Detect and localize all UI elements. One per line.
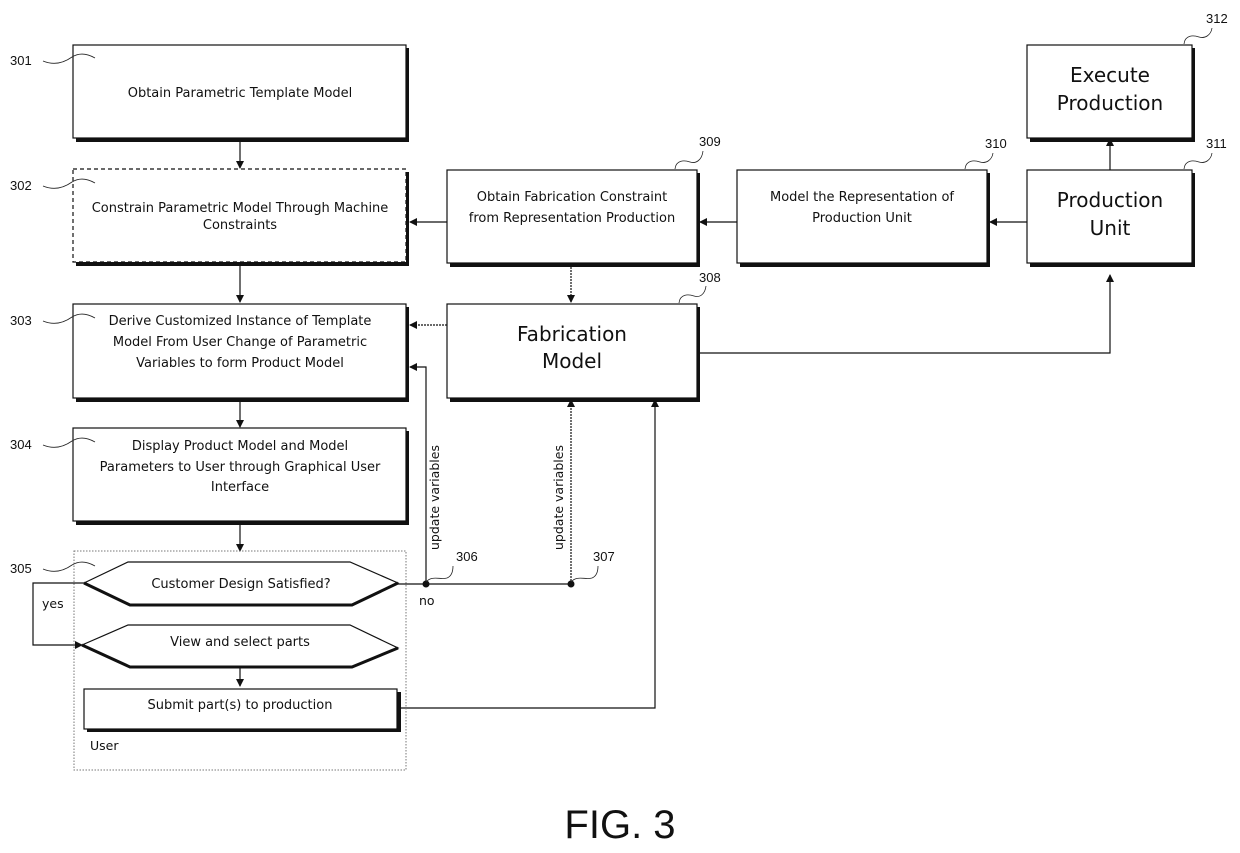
- node-312[interactable]: Execute Production: [1026, 44, 1195, 142]
- ref-303: 303: [10, 313, 32, 328]
- node-304[interactable]: Display Product Model and Model Paramete…: [72, 427, 409, 525]
- ref-309: 309: [699, 134, 721, 149]
- node-304-text-2: Parameters to User through Graphical Use…: [100, 460, 381, 475]
- edge-306-303: [409, 363, 427, 584]
- edge-label-update-variables-1: update variables: [427, 445, 442, 550]
- node-312-text-2: Production: [1057, 91, 1163, 115]
- leader-311: [1183, 152, 1213, 170]
- node-301[interactable]: Obtain Parametric Template Model: [72, 44, 409, 142]
- node-308-text-1: Fabrication: [517, 322, 627, 346]
- ref-302: 302: [10, 178, 32, 193]
- node-302-text-2: Constraints: [203, 218, 277, 233]
- view-select-text: View and select parts: [170, 635, 310, 650]
- node-310[interactable]: Model the Representation of Production U…: [736, 169, 990, 267]
- ref-304: 304: [10, 437, 32, 452]
- node-309[interactable]: Obtain Fabrication Constraint from Repre…: [446, 169, 700, 267]
- node-310-text-2: Production Unit: [812, 211, 912, 226]
- edge-label-update-variables-2: update variables: [551, 445, 566, 550]
- node-submit-parts[interactable]: Submit part(s) to production: [83, 688, 401, 732]
- edge-label-no: no: [419, 593, 435, 608]
- user-group-label: User: [90, 738, 119, 753]
- node-308[interactable]: Fabrication Model: [446, 303, 700, 402]
- node-301-text: Obtain Parametric Template Model: [128, 86, 353, 101]
- node-304-text-1: Display Product Model and Model: [132, 439, 348, 454]
- node-311-text-2: Unit: [1090, 216, 1131, 240]
- node-308-text-2: Model: [542, 349, 602, 373]
- node-312-text-1: Execute: [1070, 63, 1150, 87]
- node-view-select-parts[interactable]: View and select parts: [80, 624, 400, 669]
- node-305-decision[interactable]: Customer Design Satisfied?: [82, 561, 400, 607]
- leader-307: [570, 565, 599, 583]
- ref-308: 308: [699, 270, 721, 285]
- leader-308: [678, 285, 707, 304]
- node-309-text-2: from Representation Production: [469, 211, 675, 226]
- node-304-text-3: Interface: [211, 480, 269, 495]
- edge-label-yes: yes: [42, 596, 64, 611]
- node-303[interactable]: Derive Customized Instance of Template M…: [72, 303, 409, 402]
- ref-307: 307: [593, 549, 615, 564]
- flow-diagram: User Obtain Parametric Template Model Co…: [10, 11, 1228, 847]
- node-302[interactable]: Constrain Parametric Model Through Machi…: [72, 168, 409, 266]
- node-303-text-1: Derive Customized Instance of Template: [109, 314, 372, 329]
- node-311[interactable]: Production Unit: [1026, 169, 1195, 267]
- ref-312: 312: [1206, 11, 1228, 26]
- node-303-text-2: Model From User Change of Parametric: [113, 335, 367, 350]
- node-309-text-1: Obtain Fabrication Constraint: [477, 190, 668, 205]
- node-310-text-1: Model the Representation of: [770, 190, 954, 205]
- edge-yes-view: [32, 582, 84, 649]
- leader-309: [674, 150, 704, 170]
- submit-text: Submit part(s) to production: [148, 698, 333, 713]
- node-305-text: Customer Design Satisfied?: [151, 577, 330, 592]
- node-311-text-1: Production: [1057, 188, 1163, 212]
- leader-312: [1183, 27, 1213, 45]
- ref-305: 305: [10, 561, 32, 576]
- ref-310: 310: [985, 136, 1007, 151]
- ref-301: 301: [10, 53, 32, 68]
- leader-305: [42, 561, 96, 572]
- leader-310: [964, 152, 994, 170]
- node-302-text-1: Constrain Parametric Model Through Machi…: [92, 201, 389, 216]
- node-303-text-3: Variables to form Product Model: [136, 356, 344, 371]
- ref-306: 306: [456, 549, 478, 564]
- figure-caption: FIG. 3: [564, 803, 675, 847]
- leader-306: [425, 565, 454, 583]
- edge-308-311: [697, 274, 1114, 354]
- ref-311: 311: [1206, 136, 1227, 151]
